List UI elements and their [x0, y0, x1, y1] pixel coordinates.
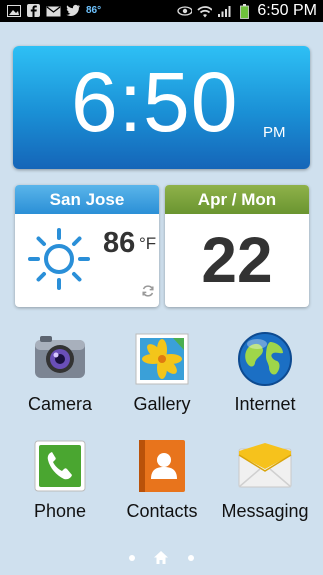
facebook-icon	[26, 3, 41, 18]
gallery-icon	[133, 330, 191, 388]
contacts-icon	[133, 437, 191, 495]
app-internet[interactable]: Internet	[213, 330, 317, 415]
sun-icon	[27, 227, 91, 296]
app-label-contacts: Contacts	[126, 501, 198, 521]
gallery-icon	[6, 3, 21, 18]
weather-unit: °F	[139, 234, 157, 253]
calendar-widget[interactable]: Apr / Mon 22	[165, 185, 309, 307]
app-label-gallery: Gallery	[133, 394, 191, 414]
wifi-icon	[197, 4, 213, 19]
weather-city: San Jose	[15, 185, 159, 214]
status-bar: 86° 6:50 PM	[0, 0, 323, 22]
phone-icon	[31, 437, 89, 495]
status-time: 6:50 PM	[257, 2, 317, 19]
weather-temperature: 86	[103, 227, 136, 259]
email-icon	[46, 3, 61, 18]
app-label-internet: Internet	[234, 394, 296, 414]
globe-icon	[236, 330, 294, 388]
refresh-icon[interactable]	[141, 284, 155, 303]
home-icon[interactable]	[153, 550, 169, 570]
app-contacts[interactable]: Contacts	[110, 437, 214, 522]
page-dot[interactable]	[188, 555, 194, 561]
page-indicator[interactable]	[0, 550, 323, 566]
messaging-icon	[236, 437, 294, 495]
date-header: Apr / Mon	[165, 185, 309, 214]
status-weather-temp: 86°	[86, 5, 102, 16]
weather-widget[interactable]: San Jose 86 °F	[15, 185, 159, 307]
clock-widget[interactable]: 6:50 PM	[13, 46, 310, 169]
twitter-icon	[66, 3, 81, 18]
battery-icon	[237, 3, 252, 19]
date-day: 22	[201, 224, 273, 296]
page-dot[interactable]	[129, 555, 135, 561]
app-gallery[interactable]: Gallery	[110, 330, 214, 415]
eye-icon	[177, 4, 193, 19]
app-label-messaging: Messaging	[221, 501, 309, 521]
clock-ampm: PM	[263, 124, 286, 141]
app-camera[interactable]: Camera	[8, 330, 112, 415]
camera-icon	[31, 330, 89, 388]
clock-time: 6:50	[71, 55, 239, 149]
app-messaging[interactable]: Messaging	[213, 437, 317, 522]
signal-icon	[217, 4, 232, 19]
app-label-phone: Phone	[33, 501, 87, 521]
app-label-camera: Camera	[27, 394, 93, 414]
app-phone[interactable]: Phone	[8, 437, 112, 522]
